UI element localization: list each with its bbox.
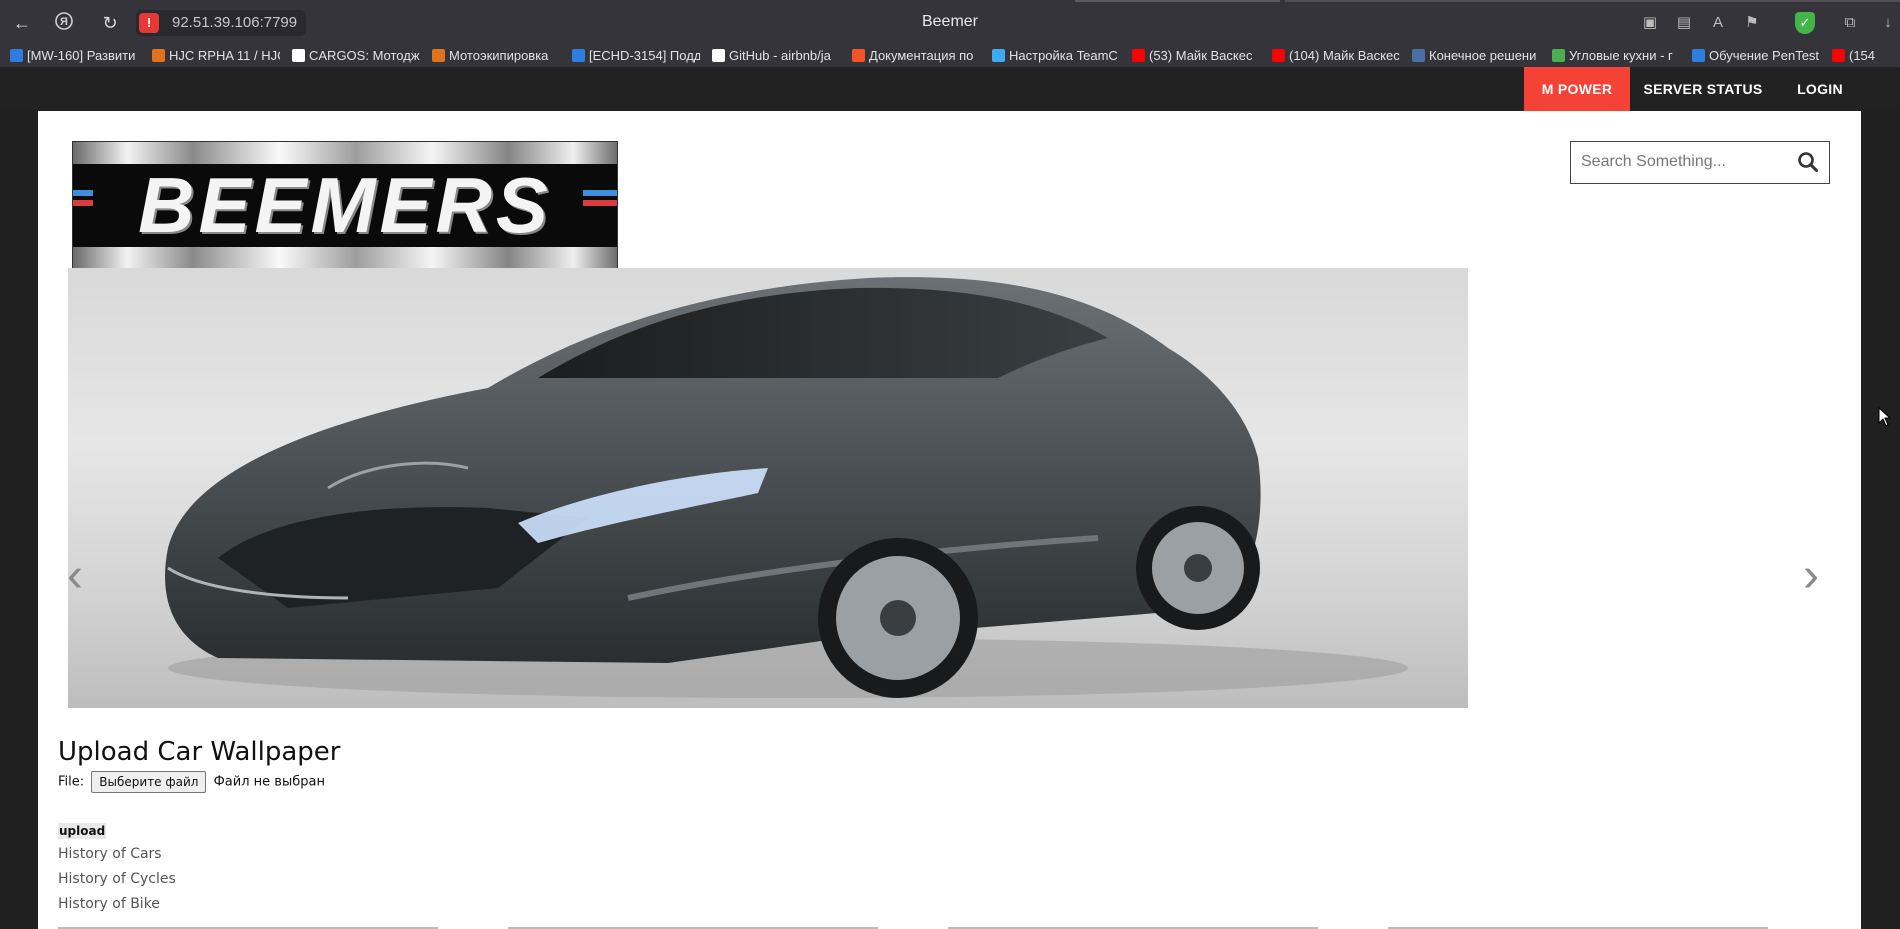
reader-icon[interactable]: ▤ — [1674, 13, 1694, 33]
collections-icon[interactable]: ⧉ — [1840, 13, 1860, 33]
bookmark-item[interactable]: GitHub - airbnb/ja — [712, 47, 840, 65]
bookmark-label: Угловые кухни - г — [1569, 48, 1673, 63]
bookmark-item[interactable]: [MW-160] Развити — [10, 47, 138, 65]
downloads-icon[interactable]: ↓ — [1878, 13, 1898, 33]
bookmark-favicon-icon — [1692, 49, 1705, 62]
bookmark-item[interactable]: HJC RPHA 11 / HJC — [152, 47, 280, 65]
link-history-of-cycles[interactable]: History of Cycles — [58, 871, 176, 887]
insecure-warning-icon[interactable]: ! — [139, 13, 159, 33]
browser-toolbar: ← Я ↻ ! 92.51.39.106:7799 Beemer ▣ ▤ A ⚑… — [0, 0, 1900, 45]
tab-indicator — [1075, 0, 1280, 2]
bookmark-icon[interactable]: ⚑ — [1742, 13, 1762, 33]
bookmark-favicon-icon — [1132, 49, 1145, 62]
bookmark-label: (53) Майк Васкес — [1149, 48, 1253, 63]
bookmarks-bar: [MW-160] Развити HJC RPHA 11 / HJC CARGOS:… — [0, 45, 1900, 67]
page-content: BEEMERS Search Something... ‹ › Upload C… — [38, 111, 1861, 929]
upload-title: Upload Car Wallpaper — [58, 737, 341, 767]
address-bar[interactable]: ! 92.51.39.106:7799 — [136, 10, 306, 36]
carousel-prev-icon[interactable]: ‹ — [60, 551, 90, 601]
bookmark-item[interactable]: (154 — [1832, 47, 1900, 65]
carousel-next-icon[interactable]: › — [1796, 551, 1826, 601]
apps-grid-icon[interactable]: ▣ — [1640, 13, 1660, 33]
tab-strip — [1285, 0, 1900, 2]
bookmark-label: GitHub - airbnb/ja — [729, 48, 831, 63]
bookmark-item[interactable]: Угловые кухни - г — [1552, 47, 1680, 65]
address-url[interactable]: 92.51.39.106:7799 — [172, 14, 297, 31]
bookmark-label: HJC RPHA 11 / HJC — [169, 48, 280, 63]
logo-text: BEEMERS — [138, 161, 552, 249]
reload-icon[interactable]: ↻ — [98, 11, 122, 35]
bookmark-label: (154 — [1849, 48, 1876, 63]
bookmark-label: Обучение PenTest — [1709, 48, 1820, 63]
bookmark-favicon-icon — [292, 49, 305, 62]
search-box[interactable] — [1570, 141, 1830, 184]
bookmark-favicon-icon — [1272, 49, 1285, 62]
file-row: File: Выберите файл Файл не выбран — [58, 771, 325, 793]
mouse-cursor-icon — [1878, 407, 1892, 427]
bookmark-label: Настройка TeamC — [1009, 48, 1118, 63]
site-top-nav: M POWER SERVER STATUS LOGIN — [0, 67, 1900, 111]
nav-login[interactable]: LOGIN — [1784, 67, 1856, 111]
bookmark-label: Конечное решени — [1429, 48, 1537, 63]
bookmark-item[interactable]: Настройка TeamC — [992, 47, 1120, 65]
bookmark-favicon-icon — [712, 49, 725, 62]
bookmark-item[interactable]: Мотоэкипировка — [432, 47, 560, 65]
bookmark-favicon-icon — [852, 49, 865, 62]
nav-server-status[interactable]: SERVER STATUS — [1640, 67, 1766, 111]
bookmark-favicon-icon — [1412, 49, 1425, 62]
bookmark-item[interactable]: Документация по — [852, 47, 980, 65]
bookmark-favicon-icon — [1552, 49, 1565, 62]
search-input[interactable] — [1571, 142, 1791, 181]
bookmark-item[interactable]: (104) Майк Васкес — [1272, 47, 1400, 65]
bookmark-label: Документация по — [869, 48, 974, 63]
car-carousel — [68, 268, 1468, 708]
bookmark-item[interactable]: Обучение PenTest — [1692, 47, 1820, 65]
bookmark-favicon-icon — [572, 49, 585, 62]
bookmark-item[interactable]: [ECHD-3154] Подд — [572, 47, 700, 65]
bookmark-label: CARGOS: Мотодж — [309, 48, 420, 63]
nav-m-power[interactable]: M POWER — [1524, 67, 1630, 111]
bookmark-favicon-icon — [152, 49, 165, 62]
bookmark-item[interactable]: Конечное решени — [1412, 47, 1540, 65]
file-label: File: — [58, 774, 85, 790]
translate-icon[interactable]: A — [1708, 13, 1728, 33]
yandex-icon[interactable]: Я — [52, 11, 76, 35]
site-logo[interactable]: BEEMERS — [72, 141, 618, 269]
bookmark-label: (104) Майк Васкес — [1289, 48, 1400, 63]
bookmark-label: Мотоэкипировка — [449, 48, 549, 63]
link-history-of-bike[interactable]: History of Bike — [58, 896, 160, 912]
upload-button[interactable]: upload — [58, 823, 107, 839]
choose-file-button[interactable]: Выберите файл — [91, 771, 207, 793]
bookmark-favicon-icon — [432, 49, 445, 62]
protect-shield-icon[interactable]: ✓ — [1795, 12, 1815, 34]
bookmark-favicon-icon — [10, 49, 23, 62]
link-history-of-cars[interactable]: History of Cars — [58, 846, 162, 862]
back-arrow-icon[interactable]: ← — [10, 11, 34, 35]
svg-text:Я: Я — [60, 16, 68, 28]
bookmark-label: [MW-160] Развити — [27, 48, 136, 63]
bookmark-item[interactable]: CARGOS: Мотодж — [292, 47, 420, 65]
search-icon[interactable] — [1797, 151, 1819, 173]
bookmark-item[interactable]: (53) Майк Васкес — [1132, 47, 1260, 65]
car-image — [165, 277, 1408, 698]
bookmark-label: [ECHD-3154] Подд — [589, 48, 700, 63]
bookmark-favicon-icon — [1832, 49, 1845, 62]
no-file-text: Файл не выбран — [213, 774, 325, 790]
bookmark-favicon-icon — [992, 49, 1005, 62]
